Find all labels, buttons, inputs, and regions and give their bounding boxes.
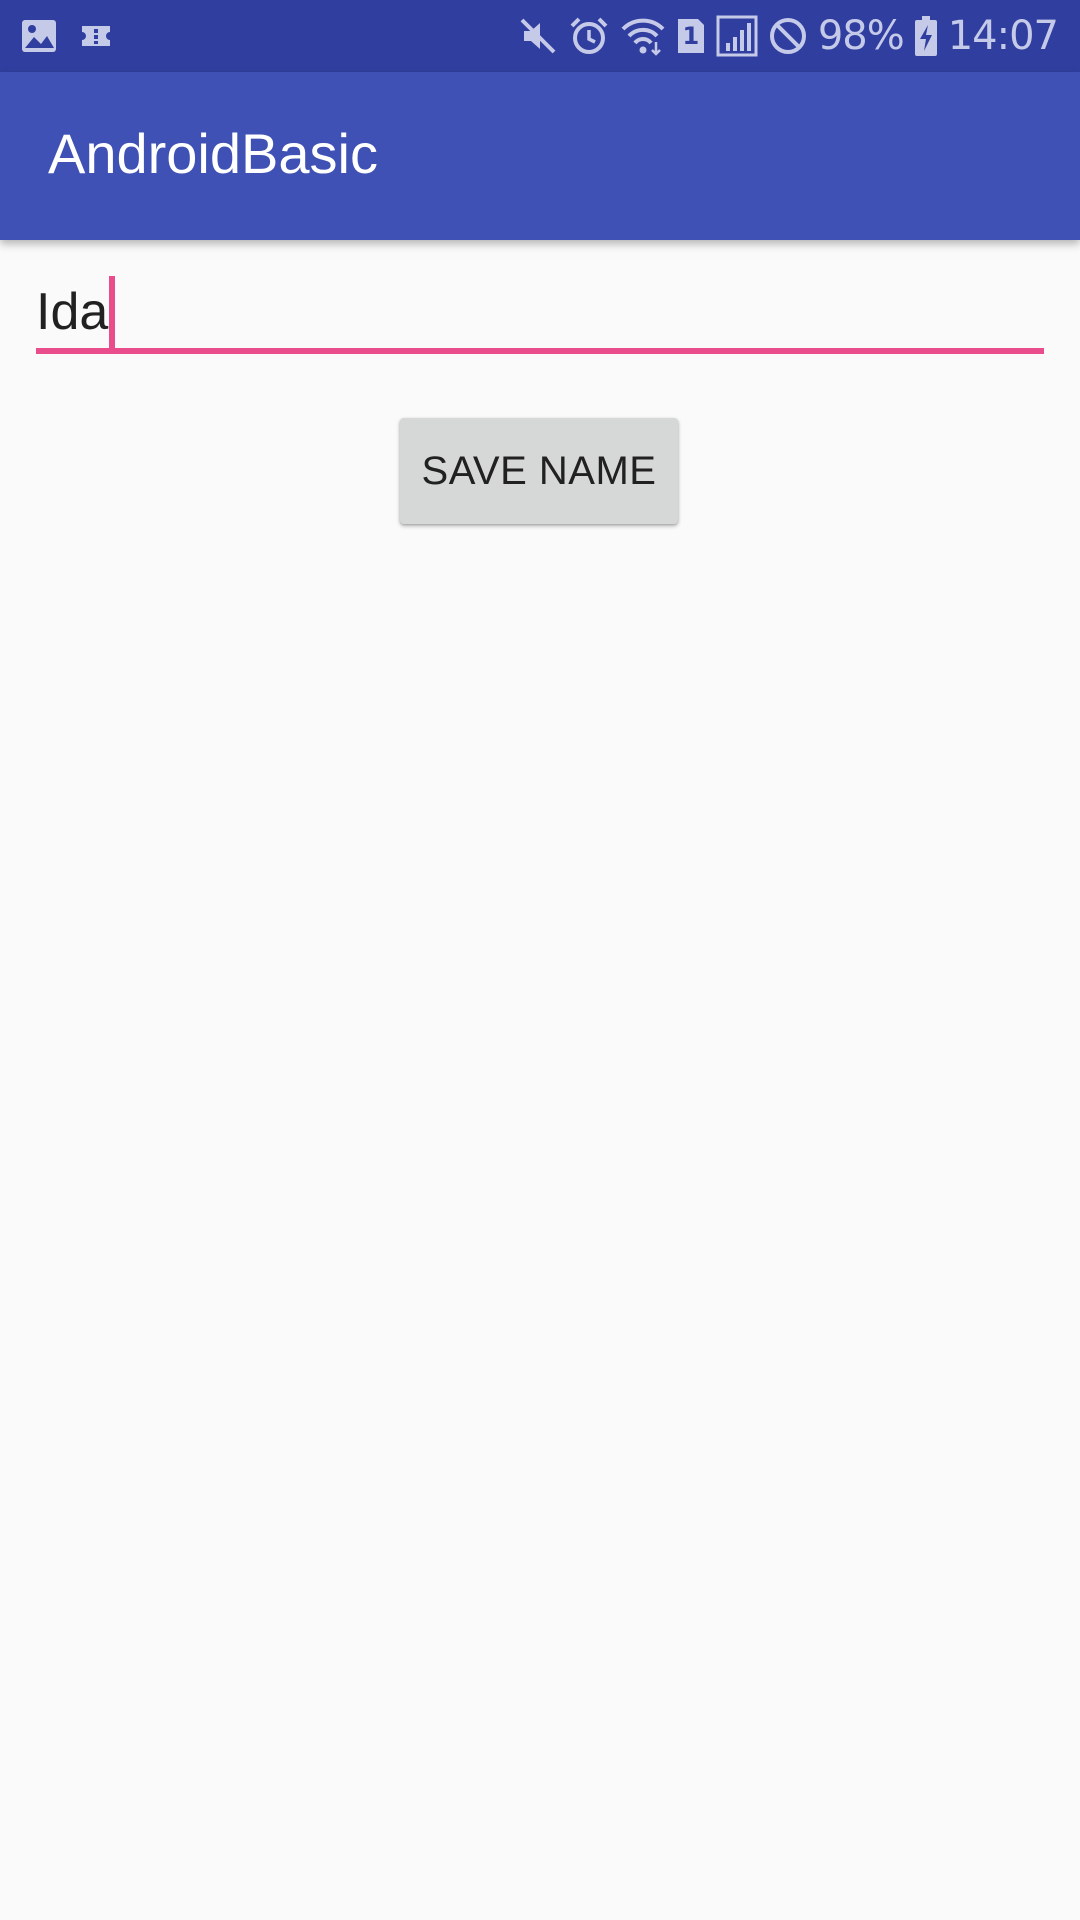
image-icon [20,18,58,54]
status-bar: 1 98% 14:07 [0,0,1080,72]
app-title: AndroidBasic [48,122,378,185]
name-input-content[interactable]: Ida [36,276,116,348]
system-icons: 1 98% 14:07 [518,10,1059,62]
sim-slot-label: 1 [682,22,700,50]
clock: 14:07 [947,13,1059,59]
mute-icon [518,16,558,56]
notification-icons [20,16,112,56]
app-bar: AndroidBasic [0,72,1080,240]
wifi-icon [620,16,666,56]
signal-icon [716,15,758,57]
alarm-icon [568,15,610,57]
text-cursor [109,276,116,348]
name-input[interactable]: Ida [36,268,1044,354]
battery-percent: 98% [817,13,905,59]
name-input-value[interactable]: Ida [36,286,108,338]
blocked-icon [768,16,808,56]
name-input-underline [36,348,1044,354]
ticket-icon [80,22,112,50]
sim-1-icon: 1 [676,17,706,55]
save-name-button[interactable]: SAVE NAME [400,418,678,524]
battery-charging-icon [914,15,938,57]
